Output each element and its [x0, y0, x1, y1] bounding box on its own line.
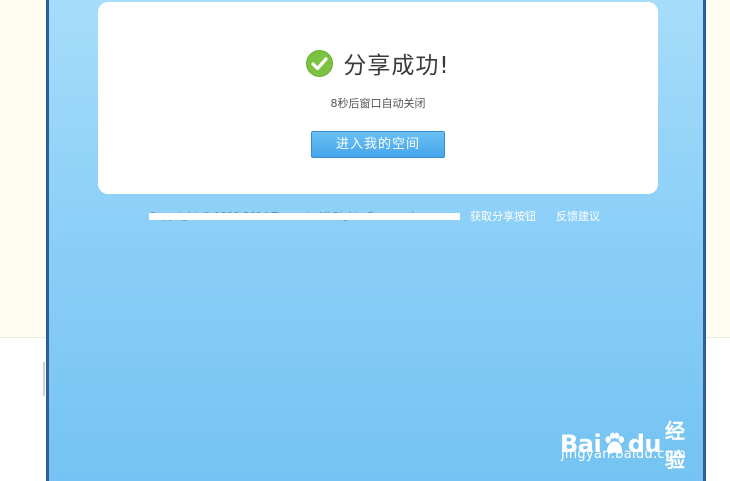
- watermark-product: 经验: [664, 419, 685, 472]
- copyright-text: Copyright © 1998-2014 Tencent. All Right…: [149, 210, 460, 224]
- success-title: 分享成功!: [343, 53, 450, 79]
- baidu-jingyan-watermark: Bai du 经验 jingyan.baidu.com: [560, 403, 700, 472]
- watermark-url: jingyan.baidu.com: [561, 447, 687, 462]
- background-edge-mark: [43, 362, 45, 396]
- watermark-brand: Bai du 经验: [560, 415, 700, 473]
- redaction-bar: [149, 213, 460, 220]
- check-circle-icon: [306, 49, 334, 77]
- success-card: 分享成功! 8秒后窗口自动关闭 进入我的空间: [98, 2, 658, 194]
- success-header: 分享成功!: [98, 46, 658, 80]
- enter-my-space-button[interactable]: 进入我的空间: [311, 131, 445, 158]
- auto-close-countdown: 8秒后窗口自动关闭: [330, 97, 426, 110]
- get-share-button-link[interactable]: 获取分享按钮: [470, 209, 536, 225]
- feedback-link[interactable]: 反馈建议: [556, 209, 600, 225]
